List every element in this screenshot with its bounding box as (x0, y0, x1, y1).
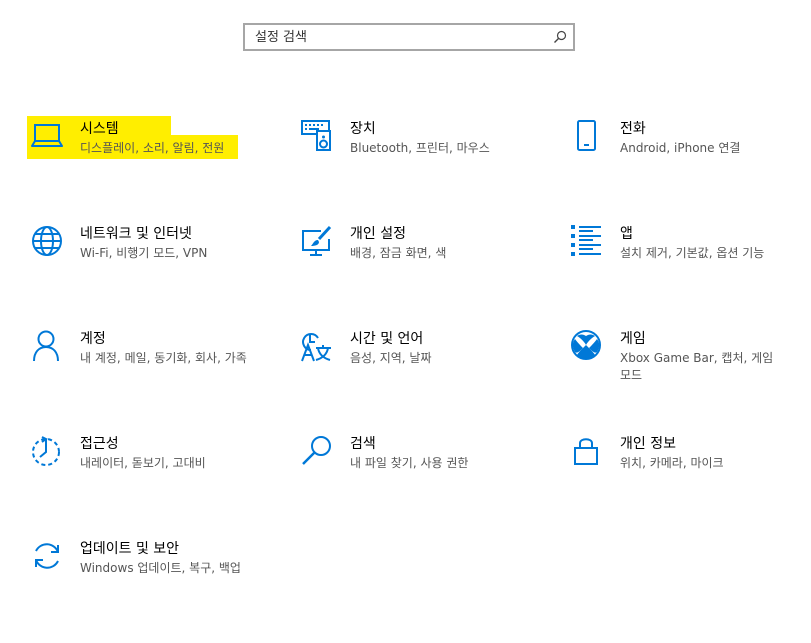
tile-time-language[interactable]: 시간 및 언어 음성, 지역, 날짜 (301, 330, 511, 400)
tile-title: 장치 (350, 121, 376, 137)
search-icon[interactable] (553, 30, 567, 44)
tile-description: 디스플레이, 소리, 알림, 전원 (80, 141, 225, 155)
tile-phone[interactable]: 전화 Android, iPhone 연결 (571, 120, 781, 190)
tile-title: 시스템 (80, 121, 119, 137)
tile-personalization[interactable]: 개인 설정 배경, 잠금 화면, 색 (301, 225, 511, 295)
apps-list-icon (571, 225, 601, 256)
tile-description: 배경, 잠금 화면, 색 (350, 246, 447, 260)
tile-title: 개인 설정 (350, 226, 406, 242)
tile-description: Windows 업데이트, 복구, 백업 (80, 561, 241, 575)
tile-title: 업데이트 및 보안 (80, 541, 180, 557)
tile-description: 내레이터, 돋보기, 고대비 (80, 456, 206, 470)
tile-title: 개인 정보 (620, 436, 676, 452)
tile-apps[interactable]: 앱 설치 제거, 기본값, 옵션 기능 (571, 225, 781, 295)
time-language-icon (301, 333, 331, 362)
tile-search[interactable]: 검색 내 파일 찾기, 사용 권한 (301, 435, 511, 505)
tile-network[interactable]: 네트워크 및 인터넷 Wi-Fi, 비행기 모드, VPN (31, 225, 241, 295)
tile-description: 음성, 지역, 날짜 (350, 351, 432, 365)
tile-description: 위치, 카메라, 마이크 (620, 456, 724, 470)
tile-description: Android, iPhone 연결 (620, 141, 741, 155)
laptop-icon (31, 124, 63, 147)
tile-gaming[interactable]: 게임 Xbox Game Bar, 캡처, 게임 모드 (571, 330, 781, 400)
tile-ease-of-access[interactable]: 접근성 내레이터, 돋보기, 고대비 (31, 435, 241, 505)
tile-description: 내 계정, 메일, 동기화, 회사, 가족 (80, 351, 247, 365)
tile-title: 검색 (350, 436, 376, 452)
globe-icon (32, 226, 62, 256)
phone-icon (577, 120, 596, 151)
tile-description: Xbox Game Bar, 캡처, 게임 모드 (620, 351, 774, 382)
tile-title: 앱 (620, 226, 633, 242)
tile-accounts[interactable]: 계정 내 계정, 메일, 동기화, 회사, 가족 (31, 330, 247, 400)
settings-search-box[interactable] (243, 23, 575, 51)
tile-description: Bluetooth, 프린터, 마우스 (350, 141, 490, 155)
settings-search-input[interactable] (245, 25, 555, 49)
tile-devices[interactable]: 장치 Bluetooth, 프린터, 마우스 (301, 120, 511, 190)
tile-title: 접근성 (80, 436, 119, 452)
sync-icon (35, 543, 59, 569)
tile-description: 내 파일 찾기, 사용 권한 (350, 456, 469, 470)
xbox-icon (571, 330, 601, 360)
tile-title: 게임 (620, 331, 646, 347)
tile-title: 네트워크 및 인터넷 (80, 226, 192, 242)
tile-update-security[interactable]: 업데이트 및 보안 Windows 업데이트, 복구, 백업 (31, 540, 241, 610)
lock-icon (574, 438, 598, 465)
tile-title: 시간 및 언어 (350, 331, 424, 347)
person-icon (33, 330, 59, 362)
tile-title: 계정 (80, 331, 106, 347)
tile-privacy[interactable]: 개인 정보 위치, 카메라, 마이크 (571, 435, 781, 505)
devices-icon (301, 120, 331, 151)
tile-title: 전화 (620, 121, 646, 137)
ease-of-access-icon (32, 436, 60, 466)
personalization-icon (302, 225, 332, 256)
tile-system[interactable]: 시스템 디스플레이, 소리, 알림, 전원 (31, 120, 241, 190)
tile-description: Wi-Fi, 비행기 모드, VPN (80, 246, 208, 260)
tile-description: 설치 제거, 기본값, 옵션 기능 (620, 246, 765, 260)
search-icon (302, 436, 331, 465)
